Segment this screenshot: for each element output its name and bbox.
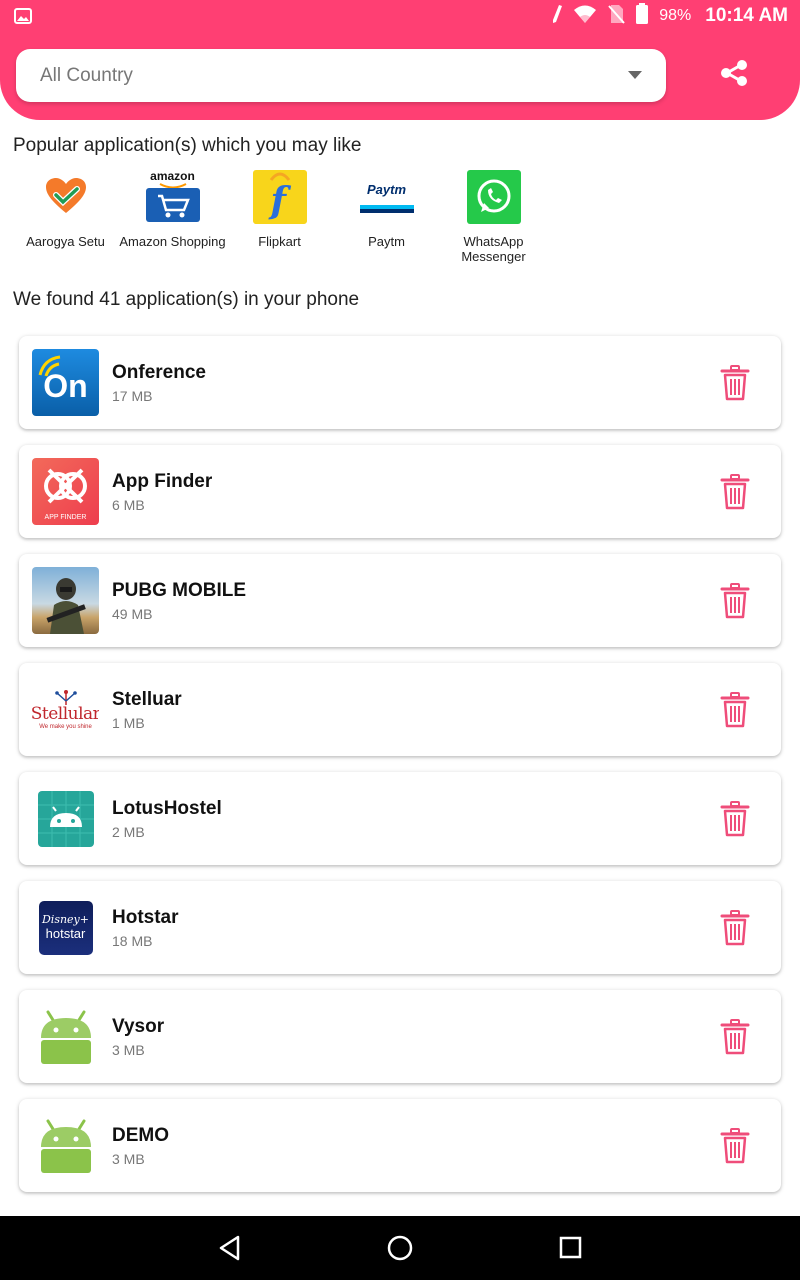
stellular-tagline: We make you shine [39,723,92,730]
app-size: 6 MB [112,497,145,513]
trash-icon [720,1019,750,1059]
hotstar-icon: Disney+ hotstar [32,894,99,961]
app-size: 3 MB [112,1151,145,1167]
app-size: 18 MB [112,933,153,949]
app-finder-icon: APP FINDER [32,458,99,525]
installed-app-list: On Onference 17 MB APP FINDER App Finder… [19,336,781,1208]
country-dropdown-value: All Country [40,64,133,86]
share-button[interactable] [716,59,752,91]
delete-button[interactable] [720,1128,750,1164]
onference-icon: On [32,349,99,416]
recents-icon [557,1236,585,1266]
app-size: 1 MB [112,715,145,731]
popular-app-amazon-shopping[interactable]: amazon Amazon Shopping [119,170,226,264]
trash-icon [720,692,750,732]
app-name: PUBG MOBILE [112,580,247,601]
delete-button[interactable] [720,910,750,946]
system-navigation-bar [0,1216,800,1280]
country-dropdown[interactable]: All Country [16,49,666,102]
android-icon [32,785,99,852]
popular-section-title: Popular application(s) which you may lik… [13,135,362,156]
app-name: DEMO [112,1125,169,1146]
trash-icon [720,365,750,405]
trash-icon [720,801,750,841]
app-name: Stelluar [112,689,182,710]
delete-button[interactable] [720,692,750,728]
flipkart-icon: f [252,170,307,224]
onference-logo-text: On [43,368,88,404]
hotstar-logo-text: hotstar [45,926,86,941]
app-size: 2 MB [112,824,145,840]
delete-button[interactable] [720,1019,750,1055]
popular-app-label: Flipkart [258,234,301,249]
disney-plus-logo-text: Disney+ [41,913,89,926]
app-finder-logo-text: APP FINDER [44,514,87,521]
amazon-shopping-icon: amazon [145,169,200,224]
no-sim-icon [607,4,625,29]
home-button[interactable] [386,1234,414,1262]
popular-app-label: Paytm [368,234,405,249]
popular-app-paytm[interactable]: Paytm Paytm [333,170,440,264]
wifi-icon [573,4,597,29]
app-size: 49 MB [112,606,153,622]
app-row-stelluar[interactable]: Stellular We make you shine Stelluar 1 M… [19,663,781,756]
aarogya-setu-icon [39,170,93,224]
recents-button[interactable] [557,1234,585,1262]
popular-app-aarogya-setu[interactable]: Aarogya Setu [12,170,119,264]
stellular-logo-text: Stellular [32,703,99,724]
pubg-icon [32,567,99,634]
app-size: 17 MB [112,388,153,404]
app-row-onference[interactable]: On Onference 17 MB [19,336,781,429]
trash-icon [720,474,750,514]
app-row-app-finder[interactable]: APP FINDER App Finder 6 MB [19,445,781,538]
status-bar: 98% 10:14 AM [0,0,800,32]
app-name: Hotstar [112,907,179,928]
pen-icon [551,4,563,29]
app-header: 98% 10:14 AM All Country [0,0,800,120]
app-name: Vysor [112,1016,165,1037]
share-icon [720,59,748,91]
dropdown-arrow-icon [628,71,642,79]
battery-icon [635,2,649,30]
popular-app-label: Aarogya Setu [26,234,105,249]
stellular-icon: Stellular We make you shine [32,676,99,743]
trash-icon [720,910,750,950]
popular-apps-row: Aarogya Setu amazon Amazon Shopping f Fl… [12,170,547,264]
android-icon [32,1112,99,1179]
app-row-hotstar[interactable]: Disney+ hotstar Hotstar 18 MB [19,881,781,974]
popular-app-label: WhatsApp Messenger [461,234,526,264]
home-icon [386,1235,414,1266]
gallery-notification-icon [14,8,32,29]
popular-app-flipkart[interactable]: f Flipkart [226,170,333,264]
trash-icon [720,583,750,623]
app-size: 3 MB [112,1042,145,1058]
app-row-demo[interactable]: DEMO 3 MB [19,1099,781,1192]
delete-button[interactable] [720,801,750,837]
app-name: Onference [112,362,206,383]
popular-app-whatsapp[interactable]: WhatsApp Messenger [440,170,547,264]
app-row-lotushostel[interactable]: LotusHostel 2 MB [19,772,781,865]
app-name: LotusHostel [112,798,222,819]
whatsapp-icon [466,170,521,224]
app-row-vysor[interactable]: Vysor 3 MB [19,990,781,1083]
amazon-wordmark: amazon [150,169,195,183]
delete-button[interactable] [720,365,750,401]
back-icon [216,1235,244,1266]
paytm-wordmark: Paytm [366,181,407,197]
paytm-icon: Paytm [359,170,414,224]
battery-percent: 98% [659,7,692,24]
installed-count-text: We found 41 application(s) in your phone [13,289,360,310]
delete-button[interactable] [720,583,750,619]
app-row-pubg-mobile[interactable]: PUBG MOBILE 49 MB [19,554,781,647]
flipkart-logo-letter: f [270,180,287,222]
android-icon [32,1003,99,1070]
app-name: App Finder [112,471,213,492]
back-button[interactable] [216,1234,244,1262]
clock: 10:14 AM [705,5,788,26]
delete-button[interactable] [720,474,750,510]
trash-icon [720,1128,750,1168]
popular-app-label: Amazon Shopping [119,234,226,249]
